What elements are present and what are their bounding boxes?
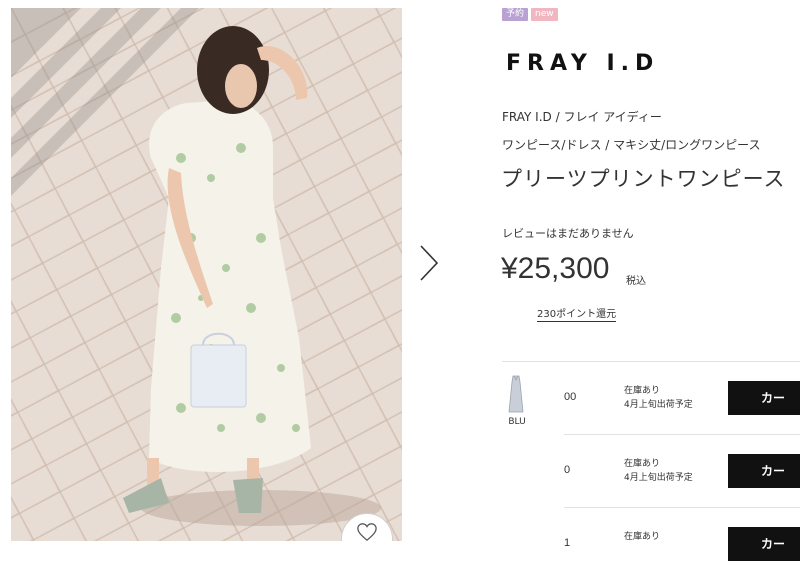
preorder-badge: 予約 bbox=[502, 8, 529, 21]
category-breadcrumb[interactable]: ワンピース/ドレス / マキシ丈/ロングワンピース bbox=[502, 136, 761, 153]
size-label: 0 bbox=[564, 464, 571, 476]
points-link[interactable]: 230ポイント還元 bbox=[537, 305, 617, 322]
product-tags: 予約 new bbox=[502, 8, 558, 21]
next-image-chevron-icon[interactable] bbox=[416, 243, 442, 283]
size-label: 1 bbox=[564, 537, 571, 549]
product-title: プリーツプリントワンピース bbox=[501, 167, 786, 191]
ship-date: 4月上旬出荷予定 bbox=[624, 473, 693, 483]
variant-row: 0 在庫あり 4月上旬出荷予定 カー bbox=[564, 435, 800, 508]
product-price: ¥25,300 bbox=[501, 252, 610, 285]
color-swatch-thumbnail[interactable] bbox=[505, 374, 527, 414]
stock-status: 在庫あり 4月上旬出荷予定 bbox=[624, 384, 693, 412]
stock-status: 在庫あり bbox=[624, 530, 660, 544]
new-badge: new bbox=[531, 8, 558, 21]
variant-row: 00 在庫あり 4月上旬出荷予定 カー bbox=[564, 362, 800, 435]
stock-label: 在庫あり bbox=[624, 459, 661, 469]
heart-icon bbox=[357, 523, 377, 541]
add-to-cart-button[interactable]: カー bbox=[728, 527, 800, 561]
color-name: BLU bbox=[508, 417, 526, 427]
tax-label: 税込 bbox=[626, 276, 646, 287]
add-to-cart-button[interactable]: カー bbox=[728, 454, 800, 488]
size-label: 00 bbox=[564, 391, 577, 403]
variant-row: 1 在庫あり カー bbox=[564, 508, 800, 581]
product-photo-illustration bbox=[11, 8, 402, 541]
stock-label: 在庫あり bbox=[624, 386, 661, 396]
review-status: レビューはまだありません bbox=[502, 227, 634, 240]
brand-name-link[interactable]: FRAY I.D / フレイ アイディー bbox=[502, 108, 662, 125]
stock-status: 在庫あり 4月上旬出荷予定 bbox=[624, 457, 693, 485]
product-image[interactable]: 512 bbox=[11, 8, 402, 541]
brand-logo[interactable]: FRAY I.D bbox=[506, 51, 659, 76]
ship-date: 4月上旬出荷予定 bbox=[624, 400, 693, 410]
add-to-cart-button[interactable]: カー bbox=[728, 381, 800, 415]
stock-label: 在庫あり bbox=[624, 532, 661, 542]
